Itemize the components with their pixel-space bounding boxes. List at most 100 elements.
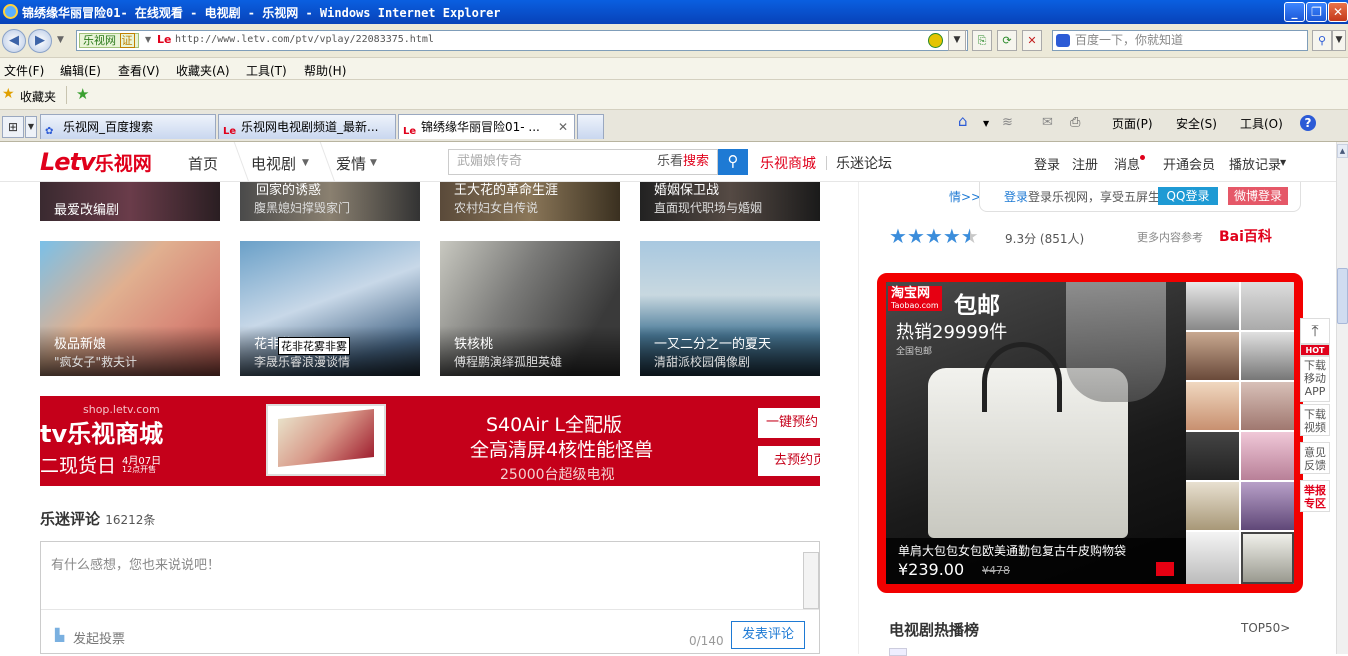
start-vote-link[interactable]: 发起投票 — [73, 628, 125, 647]
detail-link[interactable]: 情>> — [949, 188, 981, 205]
url-text[interactable]: http://www.letv.com/ptv/vplay/22083375.h… — [175, 34, 434, 45]
restore-button[interactable]: ❐ — [1306, 2, 1327, 22]
mail-icon[interactable]: ✉ — [1042, 115, 1053, 130]
submit-comment-button[interactable]: 发表评论 — [731, 621, 805, 649]
video-thumb[interactable]: 一又二分之一的夏天 清甜派校园偶像剧 — [640, 241, 820, 376]
video-thumb[interactable]: 最爱改编剧 — [40, 182, 220, 221]
download-app-button[interactable]: 下载移动APP — [1300, 356, 1330, 402]
login-link[interactable]: 登录 — [1034, 154, 1060, 173]
safety-menu[interactable]: 安全(S) — [1176, 115, 1217, 132]
banner-goto-button[interactable]: 去预约页 — [758, 446, 820, 476]
back-to-top-icon[interactable]: ⤒ — [1300, 318, 1330, 344]
site-search-button[interactable]: ⚲ — [718, 149, 748, 175]
menu-view[interactable]: 查看(V) — [118, 62, 160, 79]
add-favorite-icon[interactable]: ★ — [76, 85, 89, 103]
ad-thumb[interactable] — [1186, 482, 1239, 530]
tools-menu[interactable]: 工具(O) — [1240, 115, 1283, 132]
ad-thumb[interactable] — [1241, 382, 1294, 430]
feeds-icon[interactable]: ≋ — [1002, 115, 1013, 130]
favorites-star-icon[interactable]: ★ — [2, 86, 15, 102]
vip-link[interactable]: 开通会员 — [1163, 154, 1215, 173]
history-dropdown-icon[interactable]: ▼ — [57, 35, 64, 45]
history-link[interactable]: 播放记录 — [1229, 154, 1281, 173]
compat-view-icon[interactable] — [928, 33, 943, 48]
ad-thumb[interactable] — [1241, 332, 1294, 380]
ad-thumb[interactable] — [1241, 282, 1294, 330]
tab-letv-tv-channel[interactable]: Le 乐视网电视剧频道_最新... — [218, 114, 396, 139]
baidu-baike-logo[interactable]: Bai百科 — [1219, 226, 1272, 246]
video-thumb[interactable]: 极品新娘 "疯女子"救夫计 — [40, 241, 220, 376]
menu-favorites[interactable]: 收藏夹(A) — [176, 62, 230, 79]
quick-tabs-icon[interactable]: ⊞ — [2, 116, 24, 138]
nav-tv-series[interactable]: 电视剧 — [251, 153, 296, 174]
scroll-thumb[interactable] — [1337, 268, 1348, 324]
weibo-login-button[interactable]: 微博登录 — [1228, 187, 1288, 205]
nav-romance[interactable]: 爱情 — [336, 153, 366, 174]
ad-thumb[interactable] — [1241, 432, 1294, 480]
nav-home[interactable]: 首页 — [188, 153, 218, 174]
close-button[interactable]: ✕ — [1328, 2, 1348, 22]
site-identity-badge[interactable]: 乐视网 证 — [79, 33, 139, 48]
top50-link[interactable]: TOP50> — [1241, 621, 1290, 635]
forum-link[interactable]: 乐迷论坛 — [836, 153, 892, 173]
tab-current-video[interactable]: Le 锦绣缘华丽冒险01- ... ✕ — [398, 114, 575, 139]
letv-logo[interactable]: Letv乐视网 — [40, 148, 152, 176]
textarea-scrollbar[interactable] — [803, 552, 819, 609]
menu-edit[interactable]: 编辑(E) — [60, 62, 101, 79]
baidu-search-input[interactable]: 百度一下，你就知道 — [1052, 30, 1308, 51]
address-field[interactable]: 乐视网 证 ▼ Le http://www.letv.com/ptv/vplay… — [76, 30, 968, 51]
close-tab-icon[interactable]: ✕ — [558, 115, 568, 139]
page-scrollbar[interactable]: ▲ — [1336, 142, 1348, 654]
messages-link[interactable]: 消息 — [1114, 154, 1140, 173]
address-dropdown-button[interactable]: ▼ — [948, 30, 966, 51]
chevron-down-icon[interactable]: ▼ — [370, 158, 377, 168]
tab-baidu-search[interactable]: ✿ 乐视网_百度搜索 — [40, 114, 216, 139]
chevron-down-icon[interactable]: ▼ — [1280, 158, 1286, 167]
print-icon[interactable]: ⎙ — [1070, 115, 1080, 130]
help-icon[interactable]: ? — [1300, 115, 1316, 131]
video-thumb[interactable]: 婚姻保卫战 直面现代职场与婚姻 — [640, 182, 820, 221]
compatibility-button[interactable]: ⎘ — [972, 30, 992, 51]
banner-reserve-button[interactable]: 一键预约 — [758, 408, 820, 438]
video-thumb[interactable]: 花非花雾非雾 李晟乐睿浪漫谈情 花非花雾非雾 — [240, 241, 420, 376]
ad-thumb[interactable] — [1186, 532, 1239, 584]
menu-tools[interactable]: 工具(T) — [246, 62, 287, 79]
video-thumb[interactable]: 王大花的革命生涯 农村妇女自传说 — [440, 182, 620, 221]
tab-list-dropdown-icon[interactable]: ▼ — [25, 116, 37, 138]
search-go-icon[interactable]: ⚲ — [1312, 30, 1332, 51]
qq-login-button[interactable]: QQ登录 — [1158, 187, 1218, 205]
site-search-input[interactable]: 武媚娘传奇 乐看搜索 — [448, 149, 718, 175]
video-thumb[interactable]: 回家的诱惑 腹黑媳妇撑毁家门 — [240, 182, 420, 221]
register-link[interactable]: 注册 — [1072, 154, 1098, 173]
scroll-up-icon[interactable]: ▲ — [1337, 144, 1348, 158]
forward-button[interactable]: ▶ — [28, 29, 52, 53]
stop-icon[interactable]: ✕ — [1022, 30, 1042, 51]
feedback-button[interactable]: 意见反馈 — [1300, 442, 1330, 474]
ad-thumb[interactable] — [1186, 282, 1239, 330]
refresh-icon[interactable]: ⟳ — [997, 30, 1017, 51]
download-video-button[interactable]: 下载视频 — [1300, 404, 1330, 436]
search-options-icon[interactable]: ▼ — [1332, 30, 1346, 51]
favorites-button[interactable]: 收藏夹 — [20, 88, 56, 105]
video-thumb[interactable]: 铁核桃 傅程鹏演绎孤胆英雄 — [440, 241, 620, 376]
comment-textarea[interactable]: 有什么感想，您也来说说吧！ — [41, 542, 805, 609]
menu-file[interactable]: 文件(F) — [4, 62, 44, 79]
ad-thumb[interactable] — [1241, 482, 1294, 530]
back-button[interactable]: ◀ — [2, 29, 26, 53]
ad-thumb[interactable] — [1186, 432, 1239, 480]
new-tab-button[interactable] — [577, 114, 604, 139]
shop-link[interactable]: 乐视商城 — [760, 153, 816, 173]
minimize-button[interactable]: _ — [1284, 2, 1305, 22]
taobao-ad[interactable]: 淘宝网 Taobao.com 包邮 热销29999件 全国包邮 单肩大包包女包欧… — [877, 273, 1303, 593]
page-menu[interactable]: 页面(P) — [1112, 115, 1153, 132]
report-button[interactable]: 举报专区 — [1300, 480, 1330, 512]
home-dropdown-icon[interactable]: ▼ — [983, 119, 989, 128]
menu-help[interactable]: 帮助(H) — [304, 62, 346, 79]
shop-promo-banner[interactable]: shop.letv.com tv乐视商城 二现货日 4月07日 12点开售 S4… — [40, 396, 820, 486]
site-dropdown-icon[interactable]: ▼ — [145, 35, 151, 44]
chevron-down-icon[interactable]: ▼ — [302, 158, 309, 168]
ad-thumb[interactable] — [1186, 332, 1239, 380]
ad-thumb-selected[interactable] — [1241, 532, 1294, 584]
ad-thumb[interactable] — [1186, 382, 1239, 430]
home-icon[interactable]: ⌂ — [958, 112, 968, 130]
